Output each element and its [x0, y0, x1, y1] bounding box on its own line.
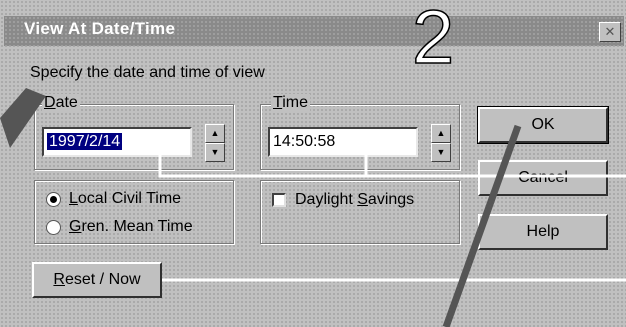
date-callout-line: [158, 150, 626, 178]
left-arrow-pointer: [0, 88, 46, 148]
view-at-date-time-dialog: View At Date/Time ✕ 2 Specify the date a…: [0, 0, 626, 327]
callout-lines: [0, 88, 626, 327]
ok-pointer-line: [442, 124, 522, 327]
